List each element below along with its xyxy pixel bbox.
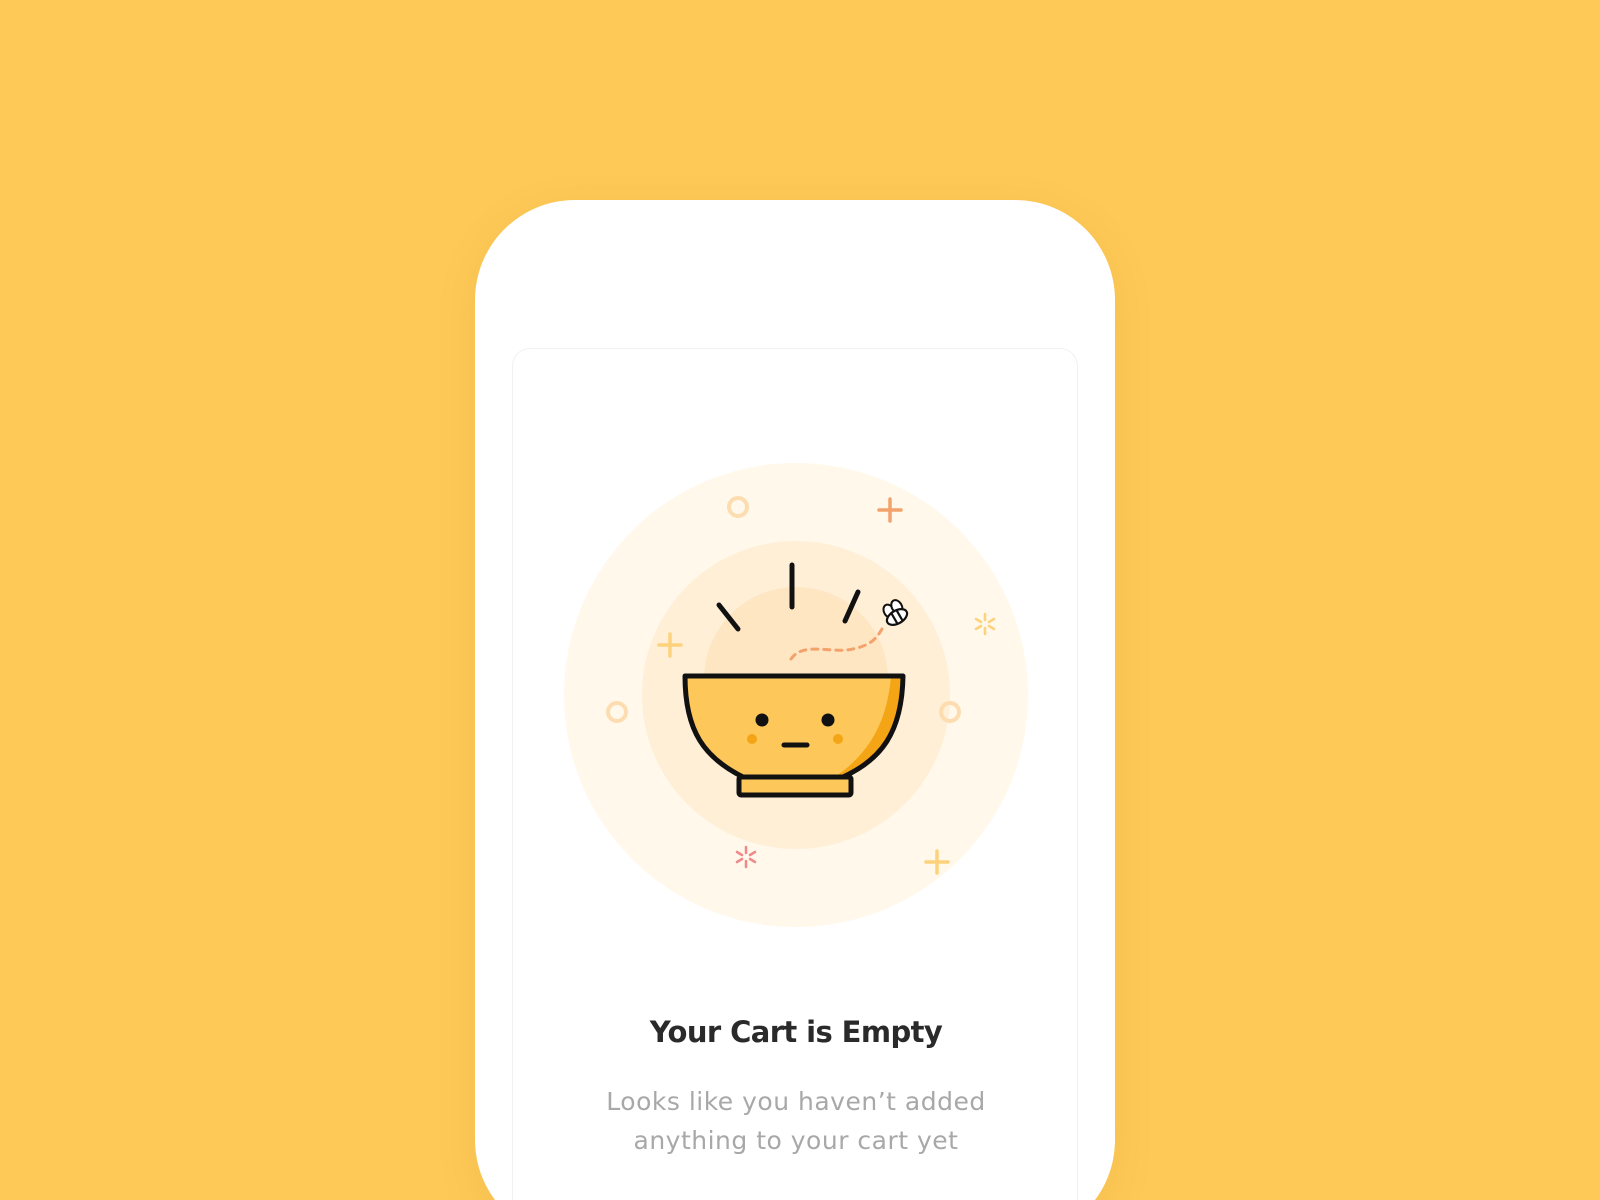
bowl-cheek-right xyxy=(833,734,843,744)
empty-cart-message-line1: Looks like you haven’t added xyxy=(606,1087,986,1116)
empty-cart-title: Your Cart is Empty xyxy=(649,1015,943,1049)
bowl-eye-left xyxy=(755,713,769,727)
bowl-cheek-left xyxy=(747,734,757,744)
empty-cart-screen: Your Cart is Empty Looks like you haven’… xyxy=(512,348,1078,1200)
empty-bowl-illustration xyxy=(564,463,1028,927)
empty-cart-message-line2: anything to your cart yet xyxy=(633,1126,959,1155)
phone-frame: Your Cart is Empty Looks like you haven’… xyxy=(475,200,1115,1200)
bowl-eye-right xyxy=(821,713,835,727)
